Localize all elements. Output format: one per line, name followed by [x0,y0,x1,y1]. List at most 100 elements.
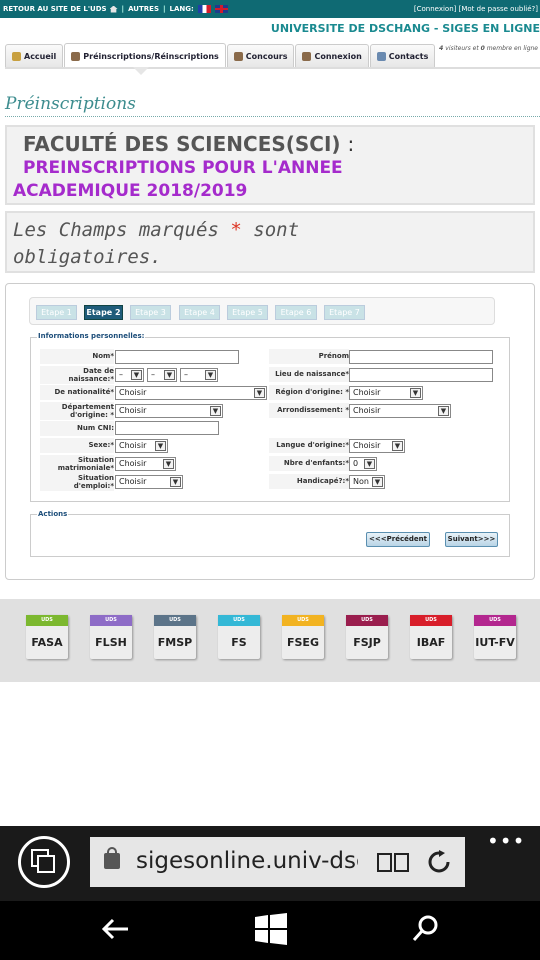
chevron-down-icon: ▼ [210,406,221,416]
handicape-select[interactable]: Non ▼ [349,475,385,489]
nationalite-select[interactable]: Choisir ▼ [115,386,267,400]
home-icon [109,5,118,13]
english-flag-icon[interactable] [214,5,228,13]
langue-origine-label: Langue d'origine:* [269,438,349,453]
reading-view-icon[interactable] [376,850,410,874]
tab-contacts[interactable]: Contacts [369,44,436,68]
chevron-down-icon: ▼ [438,406,449,416]
faculty-logo-iut-fv[interactable]: UDS IUT-FV [474,615,516,659]
sexe-label: Sexe:* [40,438,114,453]
members-text: membre en ligne [486,45,538,52]
chevron-down-icon: ▼ [410,388,421,398]
prenom-input[interactable] [349,350,493,364]
label-line: naissance:* [68,375,114,383]
situation-matrimoniale-select[interactable]: Choisir ▼ [115,457,176,471]
top-bar: RETOUR AU SITE DE L'UDS | AUTRES | LANG:… [0,0,540,18]
visitors-count: 4 [439,45,444,52]
step-1[interactable]: Etape 1 [36,305,77,320]
select-value: – [184,370,188,379]
logo-abbr: IBAF [416,636,446,649]
faculty-logo-fmsp[interactable]: UDS FMSP [154,615,196,659]
forgot-password-link[interactable]: [Mot de passe oublié?] [459,5,538,13]
visitors-info: 4 visiteurs et 0 membre en ligne [439,45,538,52]
lieu-naissance-input[interactable] [349,368,493,382]
url-text[interactable]: sigesonline.univ-dschang.org [136,848,358,874]
academic-year-line1: PREINSCRIPTIONS POUR L'ANNEE [23,158,343,178]
select-value: Choisir [353,406,381,415]
situation-emploi-select[interactable]: Choisir ▼ [115,475,183,489]
previous-button[interactable]: <<<Précédent [366,532,430,547]
back-to-site-link[interactable]: RETOUR AU SITE DE L'UDS [3,5,107,13]
home-icon [12,52,21,61]
faculty-colon: : [347,132,355,156]
label-line: d'origine: * [70,411,114,419]
step-4[interactable]: Etape 4 [179,305,220,320]
separator: | [121,5,125,13]
more-options-icon[interactable]: ••• [487,831,525,851]
french-flag-icon[interactable] [197,5,211,13]
birth-year-select[interactable]: – ▼ [180,368,218,382]
step-7[interactable]: Etape 7 [324,305,365,320]
step-5[interactable]: Etape 5 [227,305,268,320]
sexe-select[interactable]: Choisir ▼ [115,439,168,453]
visitors-text: visiteurs et [445,45,479,52]
members-count: 0 [480,45,485,52]
step-6[interactable]: Etape 6 [275,305,317,320]
chevron-down-icon: ▼ [254,388,265,398]
faculty-logo-fsjp[interactable]: UDS FSJP [346,615,388,659]
birth-month-select[interactable]: – ▼ [147,368,177,382]
faculty-logo-flsh[interactable]: UDS FLSH [90,615,132,659]
logo-strip: UDS [282,615,324,626]
logo-strip: UDS [474,615,516,626]
site-title: UNIVERSITE DE DSCHANG - SIGES EN LIGNE [270,22,540,35]
situation-emploi-label: Situation d'emploi:* [40,473,114,491]
region-origine-select[interactable]: Choisir ▼ [349,386,423,400]
select-value: 0 [353,459,359,468]
langue-origine-select[interactable]: Choisir ▼ [349,439,405,453]
lock-icon [104,847,120,869]
faculty-logo-fseg[interactable]: UDS FSEG [282,615,324,659]
browser-tabs-button[interactable] [18,836,70,888]
search-icon[interactable] [411,913,441,943]
nom-input[interactable] [115,350,239,364]
select-value: – [119,370,123,379]
label-line: Situation [77,474,114,482]
back-arrow-icon[interactable] [100,915,130,943]
tab-accueil[interactable]: Accueil [5,44,64,68]
required-star: * [230,219,242,241]
logo-abbr: FSJP [353,636,381,649]
next-button[interactable]: Suivant>>> [445,532,498,547]
logo-abbr: FLSH [95,636,127,649]
num-cni-input[interactable] [115,421,219,435]
select-value: Choisir [119,459,147,468]
faculty-logo-fasa[interactable]: UDS FASA [26,615,68,659]
birth-day-select[interactable]: – ▼ [115,368,144,382]
contact-icon [376,52,386,61]
departement-select[interactable]: Choisir ▼ [115,404,223,418]
faculty-logo-ibaf[interactable]: UDS IBAF [410,615,452,659]
windows-start-icon[interactable] [255,913,287,945]
nbre-enfants-select[interactable]: 0 ▼ [349,457,377,471]
others-link[interactable]: AUTRES [128,5,159,13]
tab-concours[interactable]: Concours [226,44,295,68]
tab-divider [5,67,540,69]
chevron-down-icon: ▼ [372,477,383,487]
faculty-header: FACULTÉ DES SCIENCES(SCI) : PREINSCRIPTI… [5,125,535,205]
actions-fieldset [30,514,510,557]
tab-label: Concours [245,52,288,61]
chevron-down-icon: ▼ [364,459,375,469]
users-icon [302,52,312,61]
arrondissement-select[interactable]: Choisir ▼ [349,404,451,418]
tab-connexion[interactable]: Connexion [295,44,369,68]
notice-text: obligatoires. [13,246,162,268]
faculty-logo-fs[interactable]: UDS FS [218,615,260,659]
label-line: Date de [83,367,114,375]
refresh-icon[interactable] [427,850,451,874]
chevron-down-icon: ▼ [163,459,174,469]
step-2[interactable]: Etape 2 [84,305,123,320]
tab-preinscriptions[interactable]: Préinscriptions/Réinscriptions [64,43,226,69]
prenom-label: Prénom [269,349,349,364]
step-3[interactable]: Etape 3 [130,305,171,320]
login-link[interactable]: [Connexion] [414,5,457,13]
logo-strip: UDS [26,615,68,626]
